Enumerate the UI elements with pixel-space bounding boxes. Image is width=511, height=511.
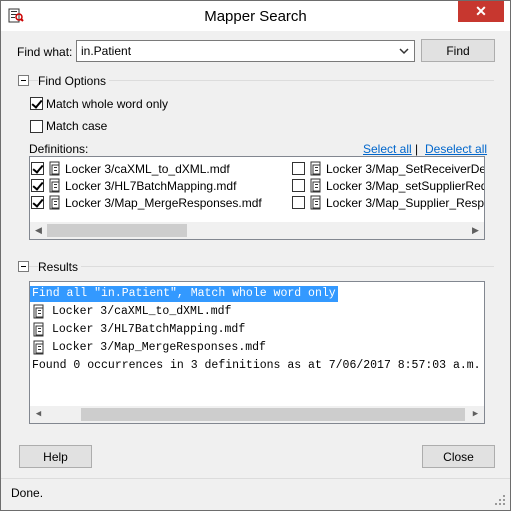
mapper-file-icon xyxy=(33,322,44,337)
mapper-file-icon xyxy=(310,178,321,193)
resize-grip-icon[interactable] xyxy=(494,494,506,506)
definition-checkbox[interactable] xyxy=(31,162,44,175)
window-title: Mapper Search xyxy=(204,8,307,25)
mapper-file-icon xyxy=(49,195,60,210)
definition-label: Locker 3/caXML_to_dXML.mdf xyxy=(65,162,230,176)
find-what-value[interactable]: in.Patient xyxy=(81,44,131,58)
result-summary-line[interactable]: Found 0 occurrences in 3 definitions as … xyxy=(32,359,481,375)
definition-label: Locker 3/Map_SetReceiverDetail xyxy=(326,162,485,176)
deselect-all-link[interactable]: Deselect all xyxy=(425,142,487,156)
status-text: Done. xyxy=(11,486,44,500)
definition-label: Locker 3/Map_Supplier_Respons xyxy=(326,196,485,210)
mapper-file-icon xyxy=(33,304,44,319)
scroll-left-icon[interactable]: ◀ xyxy=(30,406,47,423)
help-button[interactable]: Help xyxy=(19,445,92,468)
result-text: Locker 3/Map_MergeResponses.mdf xyxy=(52,341,266,354)
mapper-file-icon xyxy=(49,178,60,193)
match-whole-word-checkbox[interactable] xyxy=(30,97,43,110)
collapse-find-options-icon[interactable] xyxy=(18,75,29,86)
definition-label: Locker 3/Map_setSupplierReques xyxy=(326,179,484,193)
definition-checkbox[interactable] xyxy=(292,196,305,209)
mapper-file-icon xyxy=(49,161,60,176)
chevron-down-icon[interactable] xyxy=(397,44,411,58)
result-summary-line[interactable]: Find all "in.Patient", Match whole word … xyxy=(30,286,338,302)
collapse-results-icon[interactable] xyxy=(18,261,29,272)
scroll-left-icon[interactable]: ◀ xyxy=(30,222,47,239)
scrollbar-thumb[interactable] xyxy=(47,224,187,237)
close-button[interactable]: Close xyxy=(422,445,495,468)
find-options-header: Find Options xyxy=(38,74,110,88)
definitions-list[interactable]: Locker 3/caXML_to_dXML.mdf Locker 3/HL7B… xyxy=(29,156,485,240)
select-all-link[interactable]: Select all xyxy=(363,142,412,156)
definitions-horizontal-scrollbar[interactable]: ◀ ▶ xyxy=(30,222,484,239)
definitions-label: Definitions: xyxy=(29,142,89,156)
result-text: Locker 3/HL7BatchMapping.mdf xyxy=(52,323,246,336)
find-button[interactable]: Find xyxy=(421,39,495,62)
definition-checkbox[interactable] xyxy=(292,179,305,192)
link-separator: | xyxy=(415,142,419,156)
result-text: Find all "in.Patient", Match whole word … xyxy=(32,287,336,300)
mapper-file-icon xyxy=(310,161,321,176)
results-header: Results xyxy=(38,260,82,274)
scroll-right-icon[interactable]: ▶ xyxy=(467,222,484,239)
results-horizontal-scrollbar[interactable]: ◀ ▶ xyxy=(30,406,484,423)
definition-checkbox[interactable] xyxy=(31,196,44,209)
definition-label: Locker 3/HL7BatchMapping.mdf xyxy=(65,179,237,193)
status-bar: Done. xyxy=(1,478,510,510)
match-case-checkbox[interactable] xyxy=(30,120,43,133)
result-text: Locker 3/caXML_to_dXML.mdf xyxy=(52,305,232,318)
mapper-file-icon xyxy=(33,340,44,355)
results-output[interactable]: Find all "in.Patient", Match whole word … xyxy=(29,281,485,424)
definition-checkbox[interactable] xyxy=(31,179,44,192)
definition-checkbox[interactable] xyxy=(292,162,305,175)
mapper-file-icon xyxy=(310,195,321,210)
match-case-label[interactable]: Match case xyxy=(46,119,107,133)
scroll-right-icon[interactable]: ▶ xyxy=(467,406,484,423)
title-bar[interactable]: Mapper Search ✕ xyxy=(1,1,510,31)
result-text: Found 0 occurrences in 3 definitions as … xyxy=(32,359,481,372)
match-whole-word-label[interactable]: Match whole word only xyxy=(46,97,168,111)
window-close-button[interactable]: ✕ xyxy=(458,1,504,22)
scrollbar-thumb[interactable] xyxy=(81,408,465,421)
definition-label: Locker 3/Map_MergeResponses.mdf xyxy=(65,196,262,210)
mapper-search-window: Mapper Search ✕ Find what: in.Patient Fi… xyxy=(0,0,511,511)
find-what-label: Find what: xyxy=(17,45,73,59)
find-what-combobox[interactable]: in.Patient xyxy=(76,40,415,62)
